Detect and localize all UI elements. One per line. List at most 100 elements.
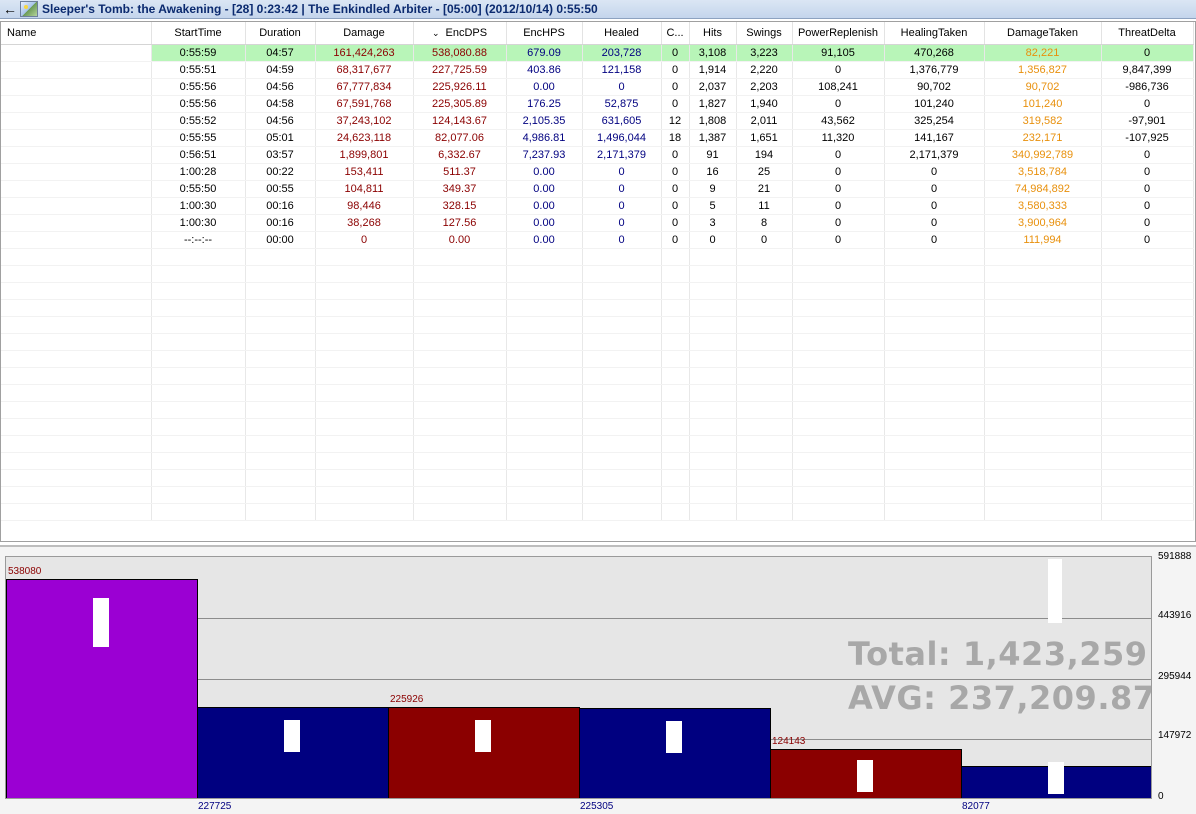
table-row[interactable]: --:--:-- 00:00 0 0.00 0.00 0 0 0 0 0 0 111,994 0 — [1, 231, 1194, 249]
cell-threatdelta: 0 — [1101, 163, 1194, 181]
cell-enchps — [506, 452, 583, 470]
cell-healingtaken: 0 — [884, 231, 985, 249]
cell-hits: 1,387 — [689, 129, 737, 147]
cell-starttime — [151, 452, 246, 470]
cell-hits: 5 — [689, 197, 737, 215]
cell-starttime — [151, 248, 246, 266]
column-header-healed[interactable]: Healed — [582, 22, 662, 45]
table-row — [1, 299, 1194, 317]
cell-healed — [582, 469, 662, 487]
cell-healed — [582, 333, 662, 351]
column-header-crit[interactable]: C... — [661, 22, 690, 45]
back-arrow-icon[interactable]: ← — [0, 0, 20, 18]
cell-starttime — [151, 350, 246, 368]
cell-swings — [736, 486, 793, 504]
column-header-swings[interactable]: Swings — [736, 22, 793, 45]
cell-damagetaken — [984, 486, 1102, 504]
column-header-healingtaken[interactable]: HealingTaken — [884, 22, 985, 45]
cell-crit — [661, 401, 690, 419]
table-row — [1, 333, 1194, 351]
cell-hits — [689, 401, 737, 419]
cell-duration: 04:56 — [245, 78, 316, 96]
cell-damagetaken: 101,240 — [984, 95, 1102, 113]
cell-crit — [661, 384, 690, 402]
cell-damagetaken: 3,518,784 — [984, 163, 1102, 181]
table-row[interactable]: 1:00:30 00:16 98,446 328.15 0.00 0 0 5 11 0 0 3,580… — [1, 197, 1194, 215]
cell-threatdelta — [1101, 469, 1194, 487]
cell-healed: 2,171,379 — [582, 146, 662, 164]
cell-healed — [582, 401, 662, 419]
cell-enchps — [506, 333, 583, 351]
column-header-enchps[interactable]: EncHPS — [506, 22, 583, 45]
table-row[interactable]: 0:55:55 05:01 24,623,118 82,077.06 4,986.81 1… — [1, 129, 1194, 147]
column-header-duration[interactable]: Duration — [245, 22, 316, 45]
column-header-label: Swings — [746, 26, 782, 39]
cell-damage: 67,591,768 — [315, 95, 414, 113]
column-header-damagetaken[interactable]: DamageTaken — [984, 22, 1102, 45]
cell-damage — [315, 469, 414, 487]
cell-starttime — [151, 282, 246, 300]
cell-enchps — [506, 299, 583, 317]
cell-hits — [689, 350, 737, 368]
table-row[interactable]: 0:55:56 04:58 67,591,768 225,305.89 176.25 52… — [1, 95, 1194, 113]
column-header-hits[interactable]: Hits — [689, 22, 737, 45]
cell-healingtaken — [884, 452, 985, 470]
cell-enchps: 0.00 — [506, 163, 583, 181]
bar-value-label: 225305 — [580, 801, 614, 812]
cell-name — [1, 384, 152, 402]
cell-powerreplenish — [792, 350, 885, 368]
cell-crit — [661, 486, 690, 504]
table-row — [1, 384, 1194, 402]
table-row[interactable]: 0:55:56 04:56 67,777,834 225,926.11 0.00 0 0 2,… — [1, 78, 1194, 96]
column-header-starttime[interactable]: StartTime — [151, 22, 246, 45]
column-header-threatdelta[interactable]: ThreatDelta — [1101, 22, 1194, 45]
table-row — [1, 503, 1194, 521]
y-axis-tick-label: 147972 — [1158, 730, 1192, 741]
cell-healingtaken: 101,240 — [884, 95, 985, 113]
cell-crit: 0 — [661, 231, 690, 249]
cell-healed: 0 — [582, 231, 662, 249]
cell-duration: 05:01 — [245, 129, 316, 147]
cell-starttime — [151, 367, 246, 385]
cell-threatdelta — [1101, 384, 1194, 402]
cell-name — [1, 418, 152, 436]
encounter-grid[interactable]: Name StartTime Duration Damage ⌄ EncDPS EncHPS… — [0, 21, 1196, 542]
cell-crit: 0 — [661, 197, 690, 215]
cell-damage — [315, 265, 414, 283]
cell-name — [1, 61, 152, 79]
table-row[interactable]: 1:00:30 00:16 38,268 127.56 0.00 0 0 3 8 0 0 3,900,… — [1, 214, 1194, 232]
cell-swings: 194 — [736, 146, 793, 164]
cell-swings — [736, 503, 793, 521]
bar-value-label: 538080 — [8, 566, 42, 577]
bar-marker — [93, 598, 109, 647]
cell-starttime: 0:55:55 — [151, 129, 246, 147]
table-row[interactable]: 0:56:51 03:57 1,899,801 6,332.67 7,237.93 2,1… — [1, 146, 1194, 164]
column-header-label: Healed — [604, 26, 639, 39]
cell-damage — [315, 435, 414, 453]
table-row[interactable]: 1:00:28 00:22 153,411 511.37 0.00 0 0 16 25 0 0 3,5… — [1, 163, 1194, 181]
cell-starttime: 0:56:51 — [151, 146, 246, 164]
table-row[interactable]: 0:55:50 00:55 104,811 349.37 0.00 0 0 9 21 0 0 74,9… — [1, 180, 1194, 198]
column-header-name[interactable]: Name — [1, 22, 152, 45]
cell-encdps — [413, 401, 507, 419]
cell-healingtaken — [884, 265, 985, 283]
table-row[interactable]: 0:55:52 04:56 37,243,102 124,143.67 2,105.35… — [1, 112, 1194, 130]
table-row[interactable]: 0:55:59 04:57 161,424,263 538,080.88 679.09 2… — [1, 44, 1194, 62]
column-header-encdps[interactable]: ⌄ EncDPS — [413, 22, 507, 45]
bar-value-label: 225926 — [390, 694, 424, 705]
cell-crit — [661, 350, 690, 368]
column-header-powerreplenish[interactable]: PowerReplenish — [792, 22, 885, 45]
cell-swings — [736, 469, 793, 487]
cell-hits: 9 — [689, 180, 737, 198]
cell-starttime: 0:55:51 — [151, 61, 246, 79]
cell-encdps: 511.37 — [413, 163, 507, 181]
picture-icon[interactable] — [20, 1, 38, 17]
table-row[interactable]: 0:55:51 04:59 68,317,677 227,725.59 403.86 12… — [1, 61, 1194, 79]
cell-enchps — [506, 316, 583, 334]
column-header-damage[interactable]: Damage — [315, 22, 414, 45]
cell-healed — [582, 350, 662, 368]
cell-threatdelta — [1101, 248, 1194, 266]
cell-powerreplenish: 0 — [792, 146, 885, 164]
cell-starttime — [151, 435, 246, 453]
cell-damagetaken — [984, 316, 1102, 334]
